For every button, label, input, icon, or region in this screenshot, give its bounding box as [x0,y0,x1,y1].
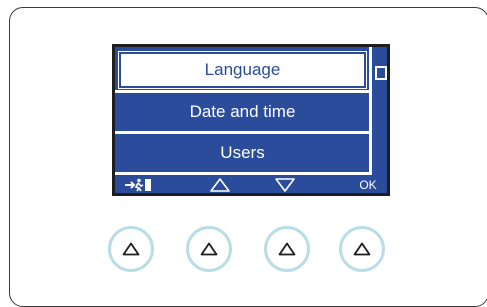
hardware-button-row [0,226,487,276]
triangle-up-icon [122,242,140,256]
menu-item-language[interactable]: Language [119,52,366,88]
exit-softkey [119,175,159,195]
menu-item-label: Users [220,143,265,162]
up-softkey [205,175,235,195]
menu-item-label: Date and time [189,102,296,121]
down-softkey [270,175,300,195]
ok-softkey: OK [359,178,377,192]
triangle-down-outline-icon [275,178,295,192]
menu-item-users[interactable]: Users [119,135,366,171]
menu-divider [115,131,371,134]
hardware-button-3[interactable] [264,226,310,272]
triangle-up-outline-icon [210,178,230,192]
triangle-up-icon [353,242,371,256]
exit-icon [125,178,151,192]
menu-divider [115,90,371,93]
triangle-up-icon [200,242,218,256]
hardware-button-2[interactable] [186,226,232,272]
scrollbar-track [369,47,372,175]
menu-item-date-and-time[interactable]: Date and time [119,94,366,130]
hardware-button-4[interactable] [339,226,385,272]
hardware-button-1[interactable] [108,226,154,272]
softkey-bar: OK [115,175,387,195]
menu-item-label: Language [204,60,281,79]
lcd-display: Language Date and time Users OK [112,44,390,196]
triangle-up-icon [278,242,296,256]
scrollbar-thumb[interactable] [375,66,387,80]
